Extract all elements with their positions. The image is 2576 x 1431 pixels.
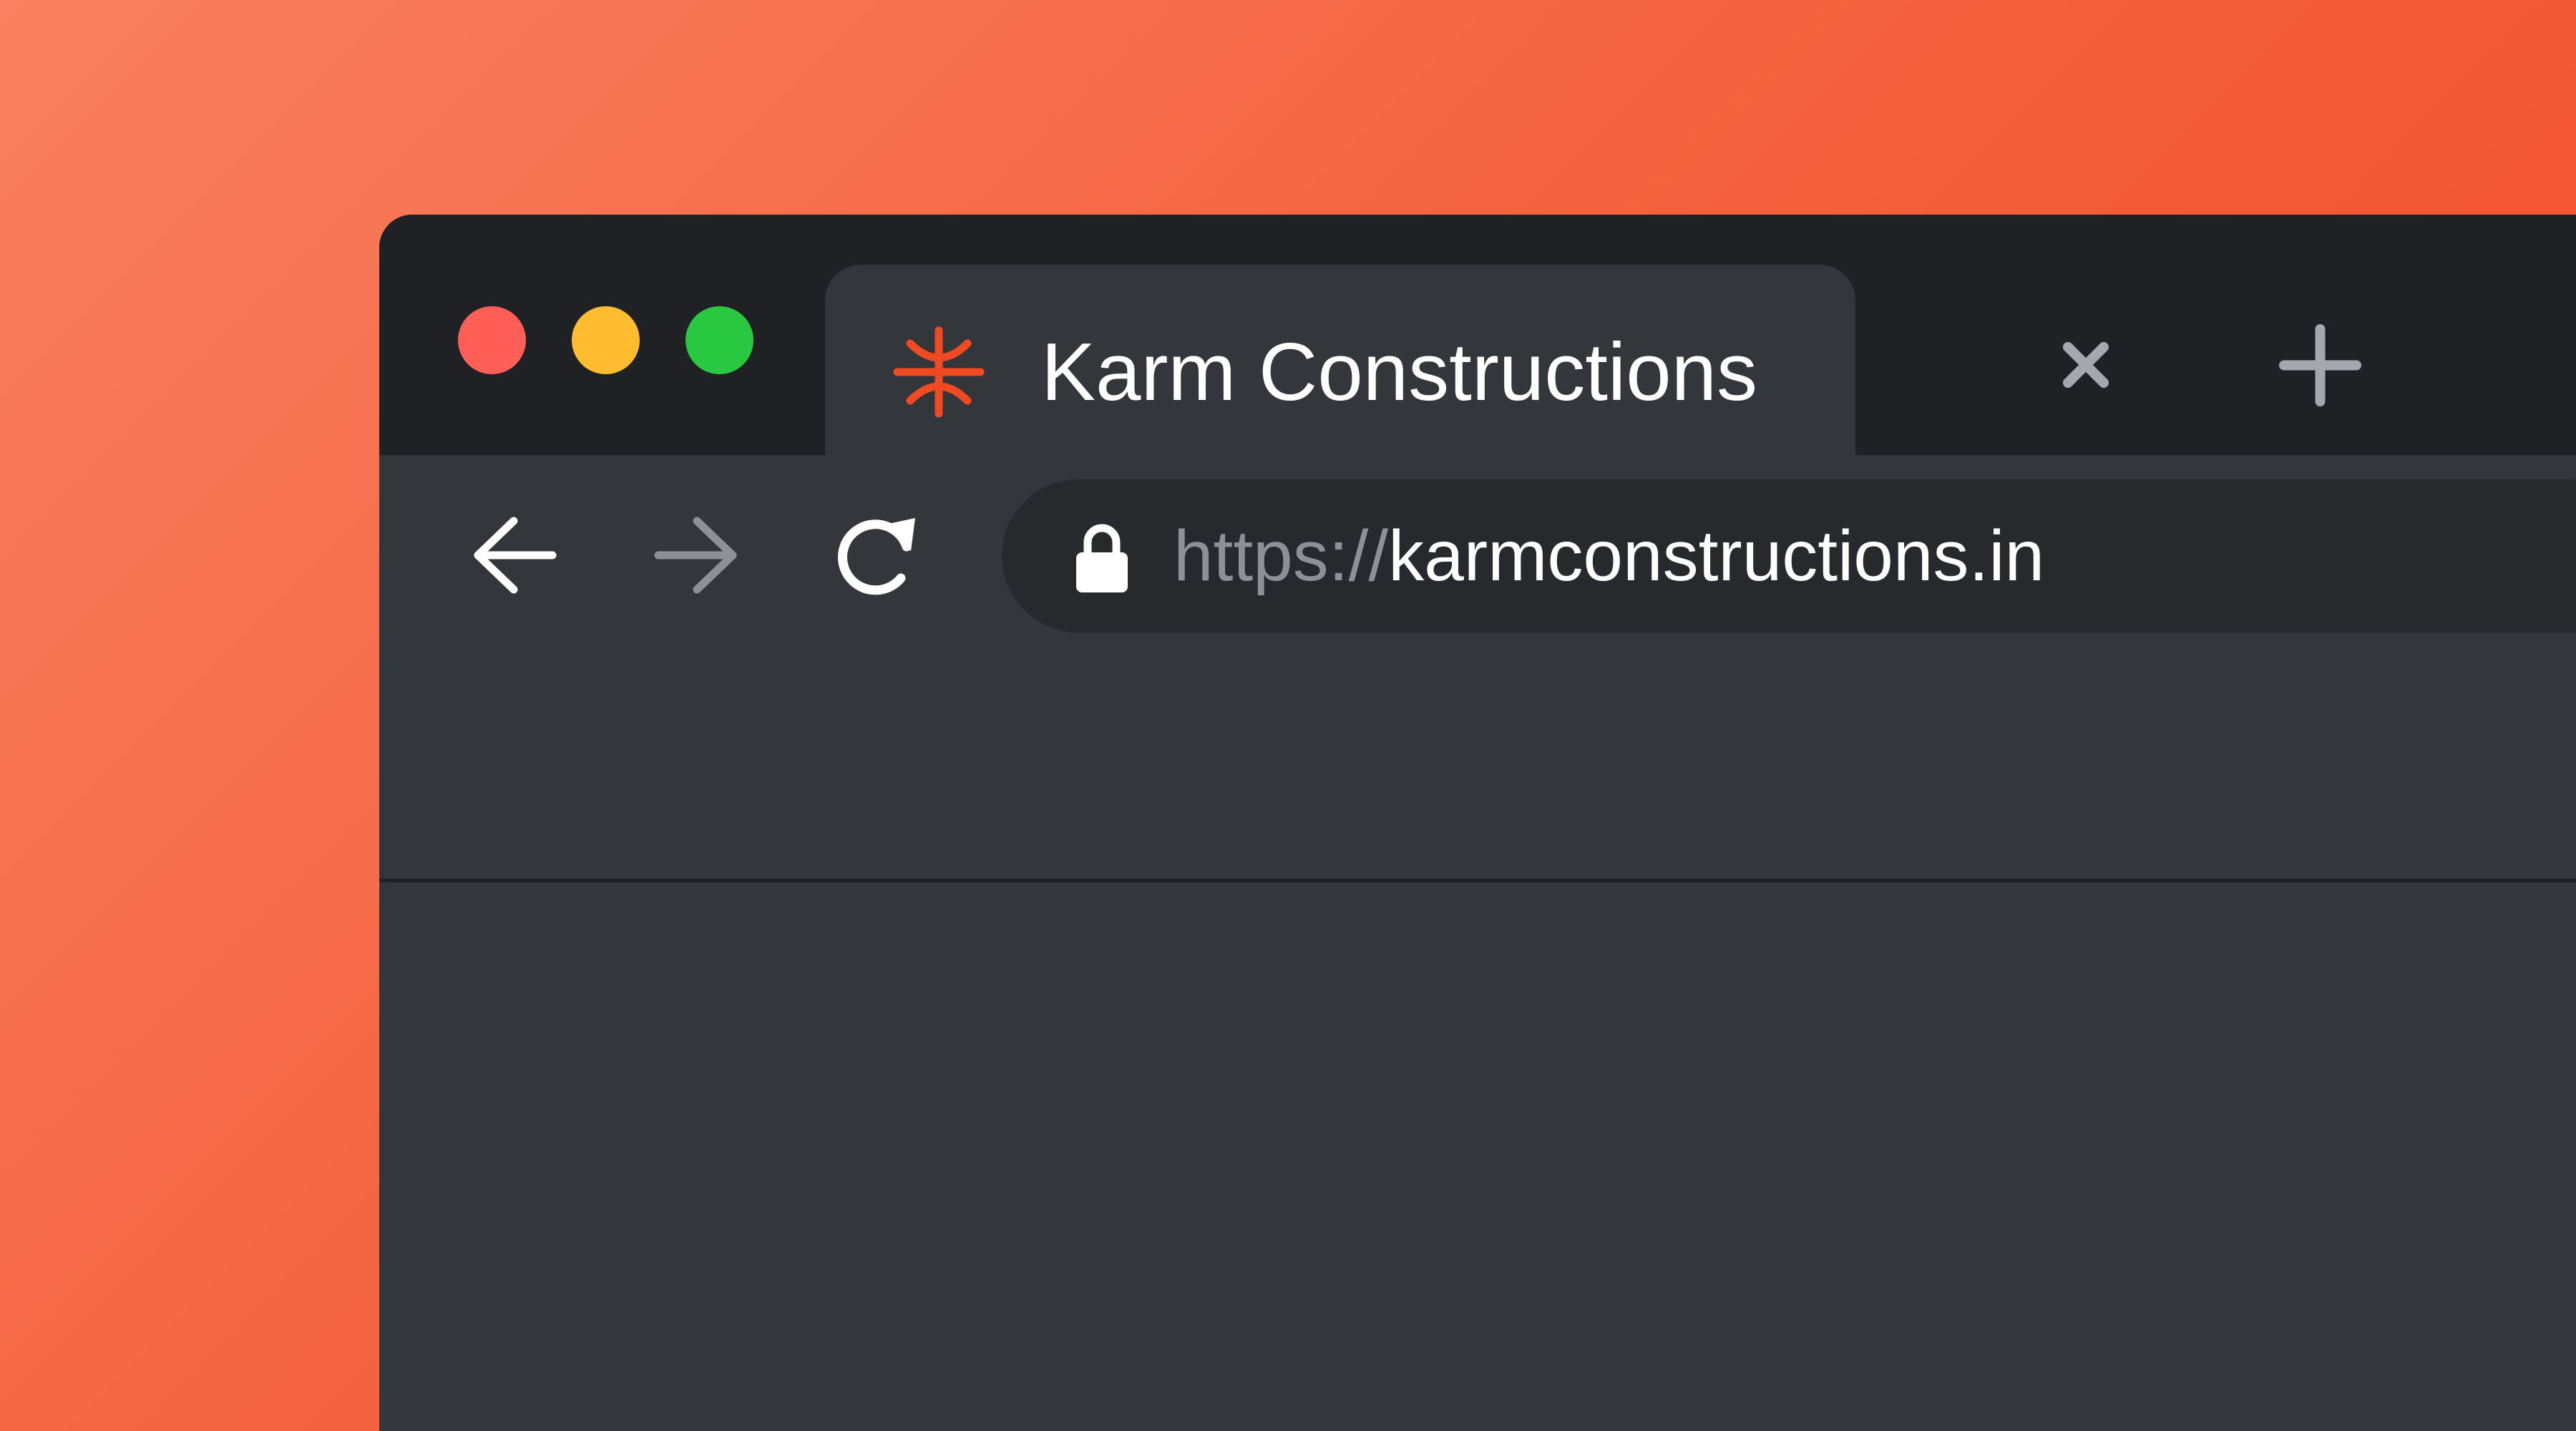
address-bar[interactable]: https://karmconstructions.in [1002,479,2576,633]
close-icon[interactable] [2054,333,2118,397]
tab-strip: Karm Constructions [379,215,2576,455]
toolbar: https://karmconstructions.in [379,455,2576,882]
lock-icon [1076,524,1128,592]
tab-title: Karm Constructions [1041,327,1758,418]
tab-corner-decoration [796,376,825,405]
karm-logo-icon [893,326,985,418]
tab-corner-decoration [1855,376,1884,405]
reload-icon[interactable] [826,505,927,605]
arrow-right-icon[interactable] [645,505,746,605]
window-maximize-button[interactable] [686,306,753,374]
arrow-left-icon[interactable] [465,505,565,605]
page-content[interactable] [379,882,2576,1431]
url-scheme: https:// [1174,516,1389,596]
window-close-button[interactable] [458,306,526,374]
url-host: karmconstructions.in [1388,516,2045,596]
plus-icon[interactable] [2275,321,2365,410]
url-text[interactable]: https://karmconstructions.in [1174,515,2044,597]
window-minimize-button[interactable] [572,306,640,374]
browser-window: Karm Constructions https://karmconstruct… [379,215,2576,1431]
